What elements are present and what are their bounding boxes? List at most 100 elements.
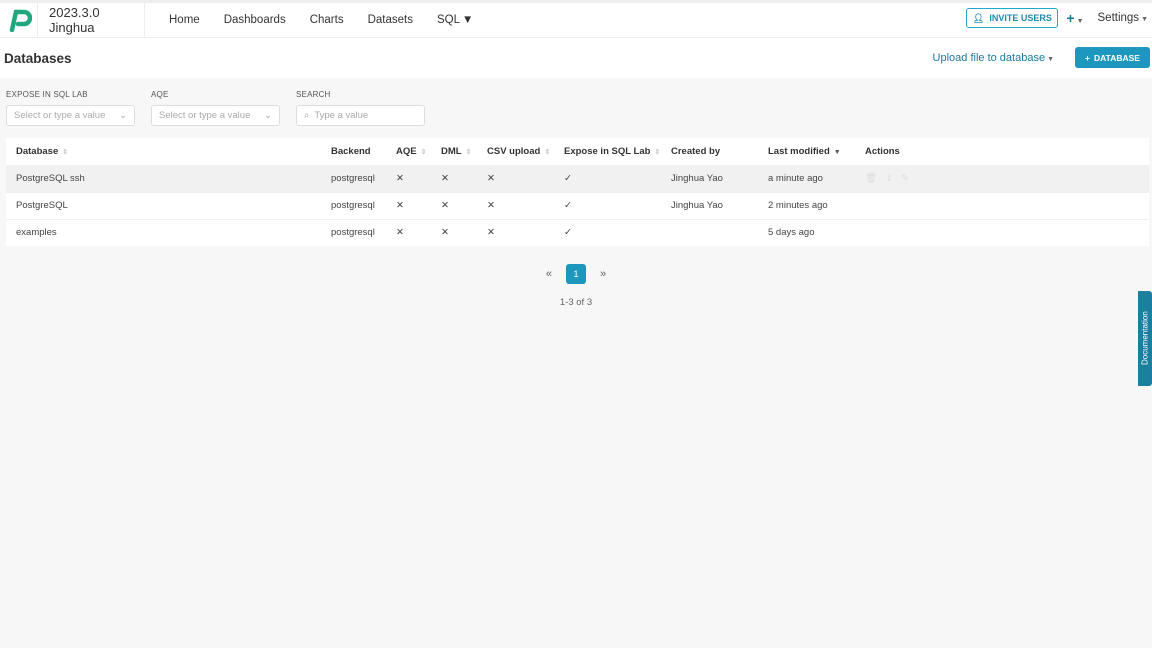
col-label: Database — [16, 146, 58, 157]
table-row[interactable]: PostgreSQL postgresql ✕ ✕ ✕ ✓ Jinghua Ya… — [6, 192, 1149, 219]
col-label: Created by — [671, 146, 720, 157]
cell-backend: postgresql — [321, 165, 386, 192]
filter-label: SEARCH — [296, 90, 425, 99]
sort-icon: ⇕ — [466, 149, 472, 156]
cell-actions — [855, 219, 1149, 246]
cell-name: examples — [6, 219, 321, 246]
upload-label: Upload file to database — [933, 52, 1046, 64]
settings-label: Settings — [1098, 12, 1140, 24]
nav-home[interactable]: Home — [157, 14, 212, 26]
cell-name: PostgreSQL ssh — [6, 165, 321, 192]
cell-created-by: Jinghua Yao — [661, 165, 758, 192]
select-placeholder: Select or type a value — [14, 110, 105, 121]
nav-datasets[interactable]: Datasets — [356, 14, 425, 26]
col-created-by: Created by — [661, 138, 758, 165]
caret-down-icon: ▼ — [462, 14, 473, 26]
col-label: CSV upload — [487, 146, 540, 157]
col-label: Expose in SQL Lab — [564, 146, 650, 157]
filter-expose: EXPOSE IN SQL LAB Select or type a value ⌄ — [6, 90, 135, 126]
cell-dml: ✕ — [431, 219, 477, 246]
cell-created-by — [661, 219, 758, 246]
table-row[interactable]: PostgreSQL ssh postgresql ✕ ✕ ✕ ✓ Jinghu… — [6, 165, 1149, 192]
filters-bar: EXPOSE IN SQL LAB Select or type a value ⌄… — [0, 78, 1152, 126]
cell-created-by: Jinghua Yao — [661, 192, 758, 219]
col-dml[interactable]: DML⇕ — [431, 138, 477, 165]
cell-expose: ✓ — [554, 219, 661, 246]
cell-modified: 5 days ago — [758, 219, 855, 246]
cell-aqe: ✕ — [386, 219, 431, 246]
chevron-down-icon: ⌄ — [119, 110, 127, 121]
select-placeholder: Select or type a value — [159, 110, 250, 121]
filter-label: EXPOSE IN SQL LAB — [6, 90, 135, 99]
col-label: AQE — [396, 146, 417, 157]
cell-csv: ✕ — [477, 165, 554, 192]
filter-search: SEARCH ⌕ Type a value — [296, 90, 425, 126]
prev-page-button[interactable]: « — [546, 268, 552, 280]
row-count: 1-3 of 3 — [0, 297, 1152, 308]
logo[interactable] — [0, 3, 38, 38]
cell-modified: 2 minutes ago — [758, 192, 855, 219]
cell-dml: ✕ — [431, 165, 477, 192]
cell-actions — [855, 192, 1149, 219]
table-row[interactable]: examples postgresql ✕ ✕ ✕ ✓ 5 days ago — [6, 219, 1149, 246]
search-input[interactable]: ⌕ Type a value — [296, 105, 425, 126]
cell-name: PostgreSQL — [6, 192, 321, 219]
filter-aqe: AQESelect or type a value⌄ — [151, 90, 280, 126]
upload-file-dropdown[interactable]: Upload file to database▼ — [933, 52, 1054, 64]
col-csv[interactable]: CSV upload ⇕ — [477, 138, 554, 165]
col-actions: Actions — [855, 138, 1149, 165]
page-title: Databases — [4, 51, 72, 66]
search-placeholder: Type a value — [314, 110, 368, 121]
cell-backend: postgresql — [321, 219, 386, 246]
pagination: « 1 » — [0, 264, 1152, 284]
sort-desc-icon: ▼ — [834, 149, 841, 156]
col-last-modified[interactable]: Last modified ▼ — [758, 138, 855, 165]
cell-csv: ✕ — [477, 192, 554, 219]
chevron-down-icon: ⌄ — [264, 110, 272, 121]
col-backend: Backend — [321, 138, 386, 165]
next-page-button[interactable]: » — [600, 268, 606, 280]
top-navbar: 2023.3.0 Jinghua Home Dashboards Charts … — [0, 0, 1152, 38]
caret-down-icon: ▼ — [1077, 18, 1084, 25]
add-database-label: DATABASE — [1094, 53, 1140, 63]
cell-modified: a minute ago — [758, 165, 855, 192]
documentation-tab[interactable]: Documentation — [1138, 291, 1152, 386]
aqe-select[interactable]: Select or type a value ⌄ — [151, 105, 280, 126]
add-new-button[interactable]: +▼ — [1066, 10, 1083, 26]
col-label: Actions — [865, 146, 900, 157]
cell-expose: ✓ — [554, 165, 661, 192]
cell-csv: ✕ — [477, 219, 554, 246]
col-aqe[interactable]: AQE⇕ — [386, 138, 431, 165]
sort-icon: ⇕ — [62, 149, 68, 156]
caret-down-icon: ▼ — [1047, 56, 1054, 63]
cell-aqe: ✕ — [386, 192, 431, 219]
col-database[interactable]: Database ⇕ — [6, 138, 321, 165]
delete-icon[interactable]: 🗑︎ — [865, 173, 885, 184]
sort-icon: ⇕ — [544, 149, 550, 156]
col-label: Last modified — [768, 146, 830, 157]
user-icon: 👤︎ — [973, 13, 984, 24]
nav-charts[interactable]: Charts — [298, 14, 356, 26]
col-label: Backend — [331, 146, 371, 157]
edit-icon[interactable]: ✎ — [901, 173, 917, 184]
nav-sql[interactable]: SQL▼ — [425, 14, 485, 26]
cell-expose: ✓ — [554, 192, 661, 219]
sort-icon: ⇕ — [654, 149, 660, 156]
cell-aqe: ✕ — [386, 165, 431, 192]
logo-icon — [6, 8, 32, 32]
cell-actions: 🗑︎⇧✎ — [855, 165, 1149, 192]
export-icon[interactable]: ⇧ — [885, 173, 901, 184]
invite-users-button[interactable]: 👤︎INVITE USERS — [966, 8, 1058, 28]
page-1-button[interactable]: 1 — [566, 264, 586, 284]
cell-dml: ✕ — [431, 192, 477, 219]
nav-sql-label: SQL — [437, 14, 460, 26]
expose-select[interactable]: Select or type a value ⌄ — [6, 105, 135, 126]
caret-down-icon: ▼ — [1141, 16, 1148, 23]
plus-icon: + — [1085, 53, 1090, 63]
search-icon: ⌕ — [304, 110, 309, 121]
col-expose[interactable]: Expose in SQL Lab ⇕ — [554, 138, 661, 165]
add-database-button[interactable]: + DATABASE — [1075, 47, 1150, 68]
brand-name[interactable]: 2023.3.0 Jinghua — [38, 3, 145, 38]
settings-menu[interactable]: Settings▼ — [1098, 12, 1149, 24]
nav-dashboards[interactable]: Dashboards — [212, 14, 298, 26]
